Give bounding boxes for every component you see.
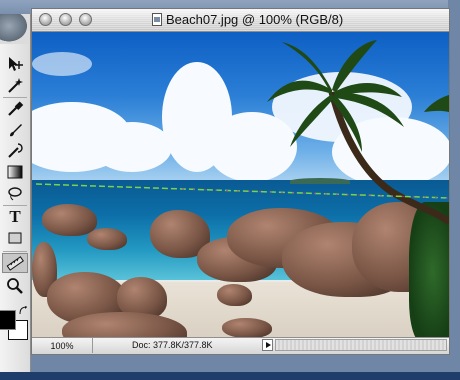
document-icon bbox=[152, 13, 162, 26]
tool-palette: T bbox=[0, 14, 31, 380]
type-tool-icon[interactable]: T bbox=[2, 207, 28, 227]
image-canvas[interactable] bbox=[32, 32, 449, 338]
foreground-color-swatch[interactable] bbox=[0, 310, 16, 330]
title-bar[interactable]: Beach07.jpg @ 100% (RGB/8) bbox=[32, 9, 449, 32]
move-tool-icon[interactable] bbox=[2, 54, 28, 74]
document-size-info: Doc: 377.8K/377.8K bbox=[132, 340, 213, 350]
zoom-level-value: 100% bbox=[50, 340, 74, 351]
photo-palm-tree bbox=[35, 40, 449, 225]
magic-wand-icon[interactable] bbox=[2, 75, 28, 95]
document-window: Beach07.jpg @ 100% (RGB/8) 100% Doc: 377… bbox=[31, 8, 450, 355]
status-bar: 100% Doc: 377.8K/377.8K bbox=[32, 337, 449, 354]
rectangle-tool-icon[interactable] bbox=[2, 228, 28, 248]
minimize-button[interactable] bbox=[59, 13, 72, 26]
window-title: Beach07.jpg @ 100% (RGB/8) bbox=[166, 12, 344, 27]
lasso-icon[interactable] bbox=[2, 183, 28, 203]
zoom-button[interactable] bbox=[79, 13, 92, 26]
status-menu-arrow-icon[interactable] bbox=[262, 339, 273, 351]
zoom-level-field[interactable]: 100% bbox=[32, 338, 93, 353]
palette-header-image bbox=[0, 14, 30, 44]
swap-colors-icon[interactable] bbox=[19, 302, 28, 315]
eyedropper-icon[interactable] bbox=[2, 99, 28, 119]
history-brush-icon[interactable] bbox=[2, 141, 28, 161]
close-button[interactable] bbox=[39, 13, 52, 26]
zoom-tool-icon[interactable] bbox=[2, 276, 28, 296]
desktop-bottom bbox=[0, 372, 460, 380]
brush-icon[interactable] bbox=[2, 120, 28, 140]
gradient-icon[interactable] bbox=[2, 162, 28, 182]
measure-tool-icon[interactable] bbox=[2, 253, 28, 273]
horizontal-scrollbar[interactable] bbox=[275, 339, 447, 351]
type-tool-glyph: T bbox=[9, 207, 21, 226]
